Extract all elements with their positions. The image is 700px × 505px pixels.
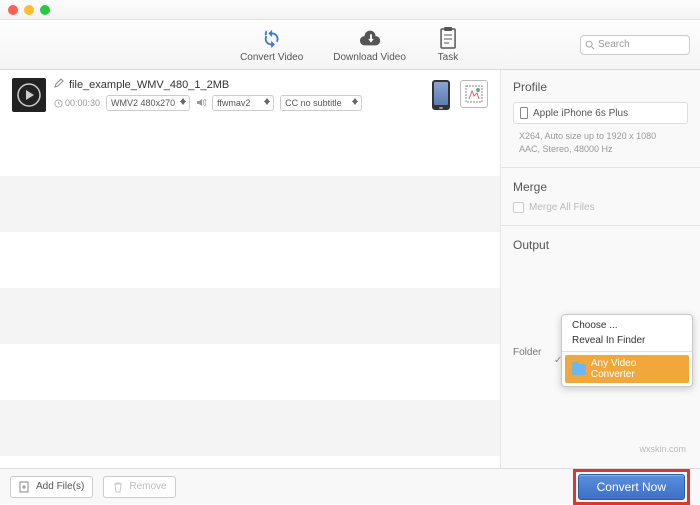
output-section-title: Output xyxy=(513,238,688,252)
duration: 00:00:30 xyxy=(54,98,100,108)
side-panel: Profile Apple iPhone 6s Plus X264, Auto … xyxy=(500,70,700,468)
task-tab[interactable]: Task xyxy=(436,26,460,63)
remove-button[interactable]: Remove xyxy=(103,476,175,498)
output-folder-menu: Choose ... Reveal In Finder ✓ Any Video … xyxy=(561,314,693,387)
video-thumbnail[interactable] xyxy=(12,78,46,112)
audio-icon xyxy=(196,98,206,109)
profile-select[interactable]: Apple iPhone 6s Plus xyxy=(513,102,688,124)
profile-spec: X264, Auto size up to 1920 x 1080 AAC, S… xyxy=(513,130,688,155)
convert-highlight: Convert Now xyxy=(573,469,690,505)
edit-tools-button[interactable] xyxy=(460,80,488,108)
footer-bar: Add File(s) Remove Convert Now xyxy=(0,468,700,504)
play-icon xyxy=(16,82,42,108)
convert-video-tab[interactable]: Convert Video xyxy=(240,26,303,63)
merge-label: Merge All Files xyxy=(529,202,595,213)
window-titlebar xyxy=(0,0,700,20)
check-icon: ✓ xyxy=(554,355,562,366)
subtitle-select[interactable]: CC no subtitle xyxy=(280,95,362,111)
file-list-panel: file_example_WMV_480_1_2MB 00:00:30 WMV2… xyxy=(0,70,500,468)
merge-section-title: Merge xyxy=(513,180,688,194)
checkbox-icon xyxy=(513,202,524,213)
clipboard-icon xyxy=(436,26,460,50)
profile-section-title: Profile xyxy=(513,80,688,94)
profile-value: Apple iPhone 6s Plus xyxy=(533,108,628,119)
trash-icon xyxy=(112,481,124,493)
cloud-download-icon xyxy=(358,26,382,50)
audio-select[interactable]: ffwmav2 xyxy=(212,95,274,111)
main-toolbar: Convert Video Download Video Task Search xyxy=(0,20,700,70)
menu-reveal[interactable]: Reveal In Finder xyxy=(562,333,692,348)
download-video-tab[interactable]: Download Video xyxy=(333,26,406,63)
folder-icon xyxy=(572,364,586,375)
refresh-icon xyxy=(260,26,284,50)
search-icon xyxy=(585,40,595,50)
empty-list-area xyxy=(0,120,500,468)
menu-choose[interactable]: Choose ... xyxy=(562,318,692,333)
download-video-label: Download Video xyxy=(333,52,406,63)
device-preview-icon[interactable] xyxy=(432,80,450,110)
convert-video-label: Convert Video xyxy=(240,52,303,63)
phone-icon xyxy=(520,107,528,119)
minimize-window-button[interactable] xyxy=(24,5,34,15)
search-placeholder: Search xyxy=(598,39,630,50)
file-row[interactable]: file_example_WMV_480_1_2MB 00:00:30 WMV2… xyxy=(0,70,500,120)
file-name: file_example_WMV_480_1_2MB xyxy=(69,79,229,91)
edit-icon[interactable] xyxy=(54,78,64,91)
convert-now-button[interactable]: Convert Now xyxy=(578,474,685,500)
menu-selected-folder[interactable]: Any Video Converter xyxy=(565,355,689,383)
search-input[interactable]: Search xyxy=(580,35,690,55)
format-select[interactable]: WMV2 480x270 xyxy=(106,95,190,111)
clock-icon xyxy=(54,99,63,108)
merge-all-checkbox[interactable]: Merge All Files xyxy=(513,202,688,213)
add-file-icon xyxy=(19,481,31,493)
close-window-button[interactable] xyxy=(8,5,18,15)
watermark: wxskin.com xyxy=(639,444,686,454)
folder-label: Folder xyxy=(513,347,541,358)
add-files-button[interactable]: Add File(s) xyxy=(10,476,93,498)
zoom-window-button[interactable] xyxy=(40,5,50,15)
task-label: Task xyxy=(438,52,459,63)
